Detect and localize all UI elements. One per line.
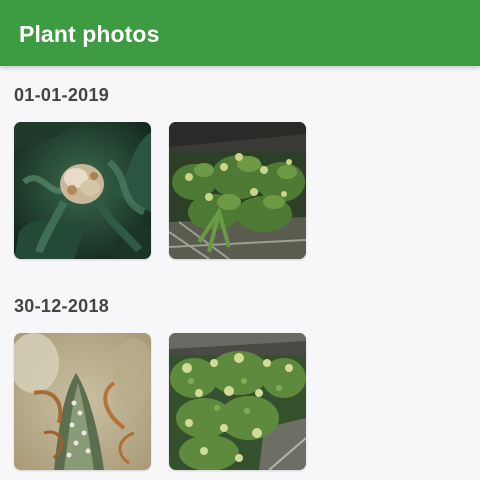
app-title: Plant photos	[19, 21, 160, 47]
plant-photo-trichome-closeup-icon	[14, 333, 151, 470]
date-header: 30-12-2018	[14, 296, 110, 316]
plant-photo-bud-closeup-icon	[14, 122, 151, 259]
photo-list[interactable]: 01-01-2019 30-12-2018	[0, 66, 480, 480]
plant-photo-canopy-icon	[169, 122, 306, 259]
plant-photo-thumbnail[interactable]	[14, 333, 151, 470]
plant-photo-thumbnail[interactable]	[169, 333, 306, 470]
plant-photo-thumbnail[interactable]	[169, 122, 306, 259]
plant-photo-thumbnail[interactable]	[14, 122, 151, 259]
date-header: 01-01-2019	[14, 85, 110, 105]
plant-photo-flowering-canopy-icon	[169, 333, 306, 470]
app-bar: Plant photos	[0, 0, 480, 66]
